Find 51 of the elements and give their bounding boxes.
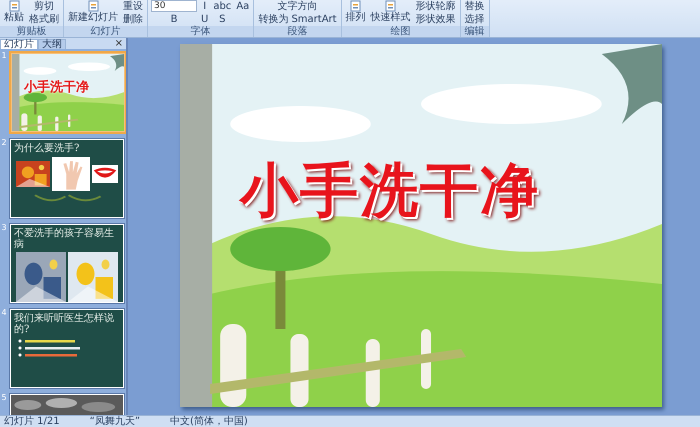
status-text: 幻灯片 1/21	[4, 416, 60, 427]
group-label: 绘图	[342, 26, 460, 37]
ribbon-button[interactable]: abc	[212, 0, 232, 12]
ribbon-button[interactable]: 剪切	[28, 0, 60, 12]
lips-drawing	[92, 165, 118, 183]
ribbon-button[interactable]: 形状轮廓	[414, 0, 457, 12]
ribbon-button[interactable]: 替换	[464, 0, 486, 12]
ribbon-button[interactable]: 选择	[464, 14, 486, 24]
panel-tab[interactable]: 幻灯片	[0, 39, 38, 49]
slide-thumbnail[interactable]: 我们来听听医生怎样说的?	[9, 308, 125, 389]
ribbon-button[interactable]: 文字方向	[257, 0, 338, 12]
slide-title: 为什么要洗手?	[13, 142, 80, 154]
sheet-icon	[349, 0, 362, 12]
ribbon-button[interactable]: I	[200, 0, 210, 12]
ribbon-button[interactable]: 删除	[122, 14, 144, 24]
ribbon-button[interactable]: 快速样式	[370, 0, 412, 25]
ribbon-button[interactable]: 形状效果	[414, 14, 457, 24]
ribbon-button[interactable]: 新建幻灯片	[67, 0, 119, 25]
status-text: “凤舞九天”	[90, 416, 140, 427]
slide-title: 我们来听听医生怎样说的?	[13, 312, 115, 335]
font-size-field[interactable]: 30	[151, 0, 197, 12]
ribbon-button[interactable]: B	[151, 14, 197, 24]
slide-number: 3	[0, 223, 8, 234]
group-label: 编辑	[460, 26, 489, 37]
panel-tab[interactable]: 大纲	[38, 39, 66, 49]
ribbon-button[interactable]: 排列	[344, 0, 367, 25]
slide-title: 小手洗干净	[240, 155, 540, 226]
sheet-icon	[86, 0, 100, 12]
sheet-icon	[8, 0, 20, 12]
ribbon-button[interactable]: S	[212, 14, 232, 24]
slide-number: 1	[0, 51, 8, 62]
slide-thumbnail[interactable]: 为什么要洗手?	[9, 138, 125, 219]
slide-number: 2	[0, 138, 8, 149]
group-label: 字体	[148, 26, 254, 37]
ribbon-button[interactable]: 重设	[122, 0, 144, 12]
slide-thumbnail[interactable]: 不爱洗手的孩子容易生病	[9, 223, 125, 304]
ribbon-button[interactable]: Aa	[235, 0, 250, 12]
group-label: 剪贴板	[0, 26, 63, 37]
group-label: 幻灯片	[64, 26, 147, 37]
ribbon-button[interactable]: 转换为 SmartArt	[257, 14, 338, 24]
close-button[interactable]: ×	[112, 39, 126, 49]
group-label: 段落	[254, 26, 341, 37]
sheet-icon	[384, 0, 398, 12]
ribbon-button[interactable]: 粘贴	[3, 0, 25, 25]
slide-number: 5	[0, 393, 8, 404]
ribbon-button[interactable]: 格式刷	[28, 14, 60, 24]
slide-number: 4	[0, 308, 8, 319]
slide-title: 不爱洗手的孩子容易生病	[13, 226, 115, 250]
hand-drawing	[52, 157, 90, 191]
status-text: 中文(简体，中国)	[170, 416, 248, 427]
ribbon-button[interactable]: U	[200, 14, 210, 24]
